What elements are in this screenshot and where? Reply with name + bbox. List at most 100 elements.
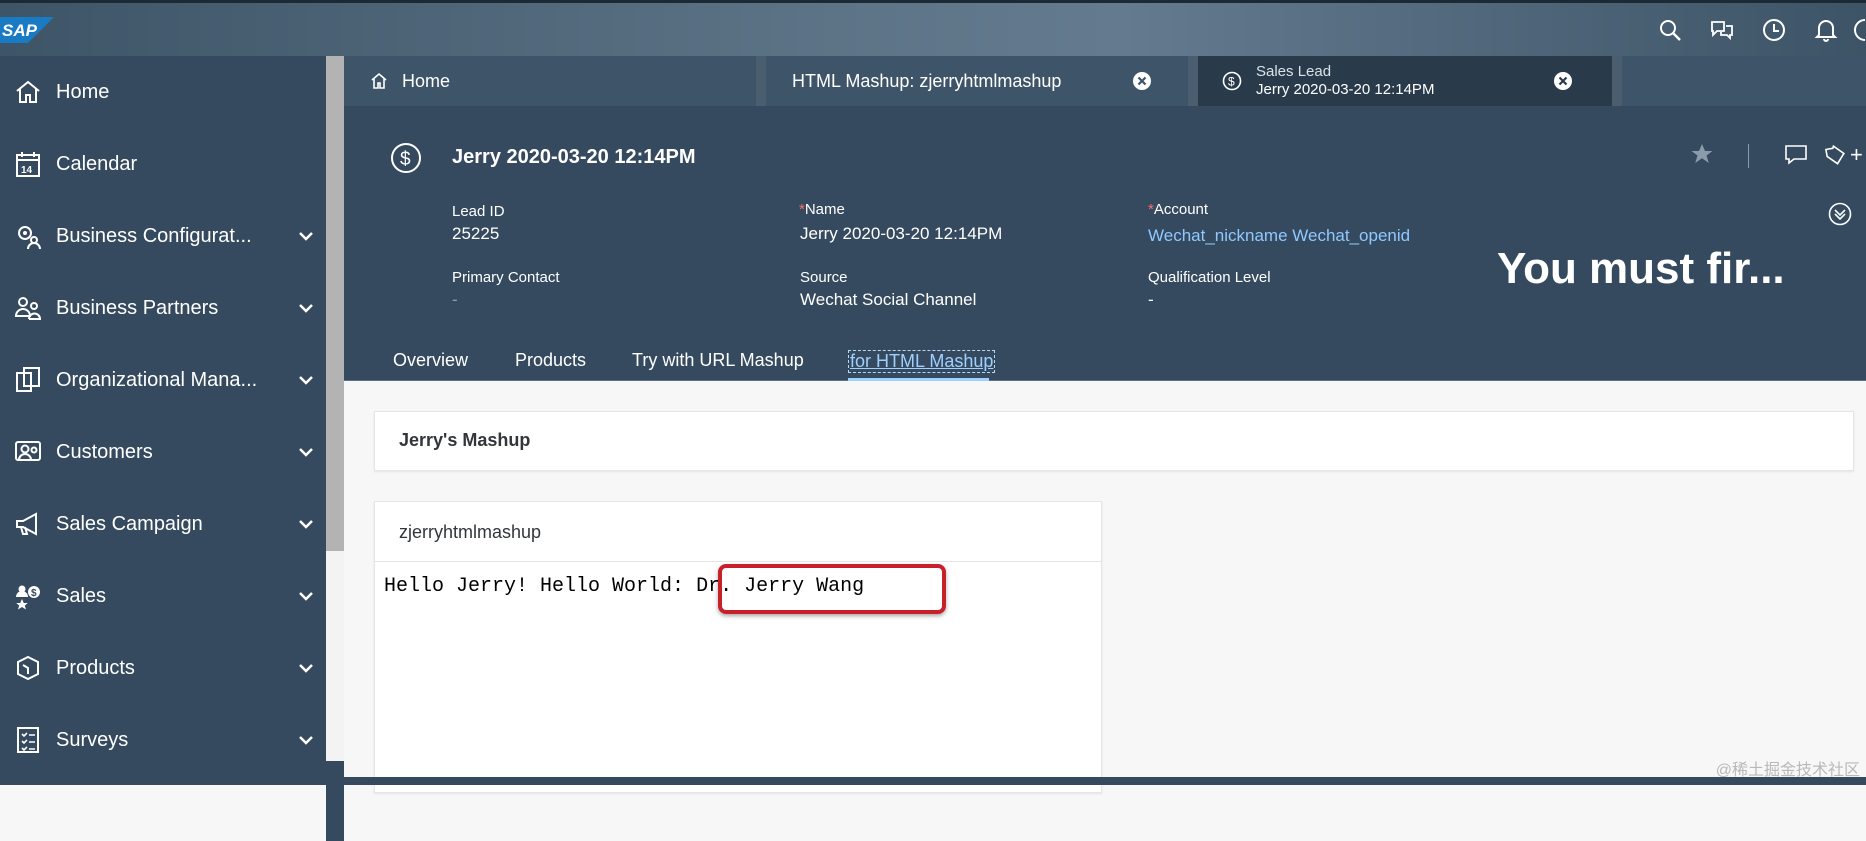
sap-logo[interactable]: SAP bbox=[0, 17, 54, 43]
tab-for-html-mashup[interactable]: for HTML Mashup bbox=[848, 350, 996, 373]
tab-strip: Home HTML Mashup: zjerryhtmlmashup $ Sal… bbox=[344, 56, 1866, 106]
sidebar-item-label: Home bbox=[56, 80, 110, 103]
sidebar-item-label: Surveys bbox=[56, 728, 129, 751]
chevron-down-icon[interactable] bbox=[286, 663, 326, 673]
sidebar-item-label: Calendar bbox=[56, 152, 138, 175]
sidebar-item-calendar[interactable]: 14 Calendar bbox=[0, 128, 326, 200]
qualification-label: Qualification Level bbox=[1148, 269, 1271, 286]
product-icon bbox=[0, 654, 56, 682]
watermark: @稀土掘金技术社区 bbox=[1715, 762, 1860, 779]
toolbar-divider bbox=[1748, 144, 1749, 168]
tab-separator bbox=[1188, 56, 1198, 106]
sidebar-item-sales-campaign[interactable]: Sales Campaign bbox=[0, 488, 326, 560]
tab-label: HTML Mashup: zjerryhtmlmashup bbox=[792, 70, 1062, 91]
tab-html-mashup[interactable]: HTML Mashup: zjerryhtmlmashup bbox=[766, 56, 1188, 106]
sidebar-item-customers[interactable]: Customers bbox=[0, 416, 326, 488]
object-header: $ Jerry 2020-03-20 12:14PM Lead ID 25225… bbox=[344, 106, 1866, 342]
bell-icon[interactable] bbox=[1800, 14, 1852, 46]
sidebar-item-organizational-management[interactable]: Organizational Mana... bbox=[0, 344, 326, 416]
main-content: Jerry's Mashup zjerryhtmlmashup Hello Je… bbox=[344, 381, 1866, 793]
tab-label: Home bbox=[402, 70, 451, 91]
section-title: Jerry's Mashup bbox=[399, 430, 531, 450]
sidebar-item-label: Organizational Mana... bbox=[56, 368, 258, 391]
close-icon[interactable] bbox=[1132, 71, 1152, 91]
source-value: Wechat Social Channel bbox=[800, 290, 977, 309]
sidebar-item-label: Sales bbox=[56, 584, 107, 607]
lead-id-value: 25225 bbox=[452, 224, 500, 243]
sidebar-item-products[interactable]: Products bbox=[0, 632, 326, 704]
page-title: Jerry 2020-03-20 12:14PM bbox=[452, 146, 696, 168]
chevron-down-icon[interactable] bbox=[286, 303, 326, 313]
sidebar-item-surveys[interactable]: Surveys bbox=[0, 704, 326, 776]
sidebar-item-business-partners[interactable]: Business Partners bbox=[0, 272, 326, 344]
source-label: Source bbox=[800, 269, 848, 286]
svg-text:14: 14 bbox=[21, 165, 33, 176]
sidebar-item-business-configuration[interactable]: Business Configurat... bbox=[0, 200, 326, 272]
tab-products[interactable]: Products bbox=[515, 350, 586, 371]
sidebar-scrollbar[interactable] bbox=[326, 56, 344, 841]
account-label: *Account bbox=[1148, 201, 1209, 218]
settings-people-icon bbox=[0, 222, 56, 250]
sales-icon: $ bbox=[0, 582, 56, 610]
home-icon bbox=[370, 72, 388, 90]
side-navigation: Home 14 Calendar Business Configurat... … bbox=[0, 56, 326, 785]
greeting-text: Hello Jerry! Hello World: bbox=[384, 575, 697, 598]
megaphone-icon bbox=[0, 510, 56, 538]
name-label: *Name bbox=[799, 201, 845, 218]
comment-icon[interactable] bbox=[1784, 144, 1808, 166]
chevron-down-icon[interactable] bbox=[286, 591, 326, 601]
partners-icon bbox=[0, 294, 56, 322]
mashup-name: zjerryhtmlmashup bbox=[399, 522, 542, 542]
star-icon[interactable] bbox=[1690, 142, 1714, 166]
tab-try-with-url-mashup[interactable]: Try with URL Mashup bbox=[632, 350, 804, 371]
highlight-box bbox=[718, 564, 946, 614]
sap-logo-text: SAP bbox=[2, 21, 38, 40]
tag-icon[interactable] bbox=[1824, 144, 1846, 166]
tab-home[interactable]: Home bbox=[344, 56, 756, 106]
qualification-value: - bbox=[1148, 290, 1154, 309]
dollar-icon: $ bbox=[1222, 71, 1242, 91]
svg-text:$: $ bbox=[400, 149, 411, 170]
tab-overview[interactable]: Overview bbox=[393, 350, 468, 371]
calendar-icon: 14 bbox=[0, 150, 56, 178]
survey-icon bbox=[0, 726, 56, 754]
tab-label: Jerry 2020-03-20 12:14PM bbox=[1256, 81, 1435, 98]
user-icon[interactable] bbox=[1852, 14, 1866, 46]
sidebar-item-label: Business Partners bbox=[56, 296, 219, 319]
shell-bar: SAP bbox=[0, 0, 1866, 56]
mashup-card-header: zjerryhtmlmashup bbox=[375, 502, 1101, 562]
close-icon[interactable] bbox=[1553, 71, 1573, 91]
mashup-card: zjerryhtmlmashup Hello Jerry! Hello Worl… bbox=[374, 501, 1102, 793]
home-icon bbox=[0, 79, 56, 105]
sidebar-item-sales[interactable]: $ Sales bbox=[0, 560, 326, 632]
chevron-down-icon[interactable] bbox=[286, 519, 326, 529]
bottom-bar bbox=[344, 777, 1866, 785]
chevron-down-icon[interactable] bbox=[286, 375, 326, 385]
sidebar-item-label: Sales Campaign bbox=[56, 512, 203, 535]
clock-icon[interactable] bbox=[1748, 14, 1800, 46]
chevron-down-icon[interactable] bbox=[286, 231, 326, 241]
chevron-down-icon[interactable] bbox=[286, 735, 326, 745]
expand-header-icon[interactable] bbox=[1828, 202, 1852, 226]
lead-id-label: Lead ID bbox=[452, 203, 505, 220]
dollar-icon: $ bbox=[390, 142, 422, 174]
tab-sales-lead[interactable]: $ Sales Lead Jerry 2020-03-20 12:14PM bbox=[1198, 56, 1612, 106]
section-tabs: Overview Products Try with URL Mashup fo… bbox=[344, 342, 1866, 381]
add-icon[interactable]: + bbox=[1850, 142, 1863, 168]
sidebar-item-label: Business Configurat... bbox=[56, 224, 252, 247]
chevron-down-icon[interactable] bbox=[286, 447, 326, 457]
tab-separator bbox=[756, 56, 766, 106]
sidebar-item-label: Customers bbox=[56, 440, 153, 463]
scrollbar-track-lower bbox=[326, 761, 344, 841]
svg-text:$: $ bbox=[1228, 75, 1235, 89]
warning-message: You must fir... bbox=[1497, 244, 1785, 293]
scrollbar-thumb[interactable] bbox=[326, 56, 344, 551]
name-value: Jerry 2020-03-20 12:14PM bbox=[800, 224, 1003, 243]
search-icon[interactable] bbox=[1644, 14, 1696, 46]
mashup-section-card: Jerry's Mashup bbox=[374, 411, 1854, 471]
account-link[interactable]: Wechat_nickname Wechat_openid bbox=[1148, 226, 1410, 246]
chat-icon[interactable] bbox=[1696, 14, 1748, 46]
org-icon bbox=[0, 366, 56, 394]
shell-top-line bbox=[0, 0, 1866, 3]
sidebar-item-home[interactable]: Home bbox=[0, 56, 326, 128]
